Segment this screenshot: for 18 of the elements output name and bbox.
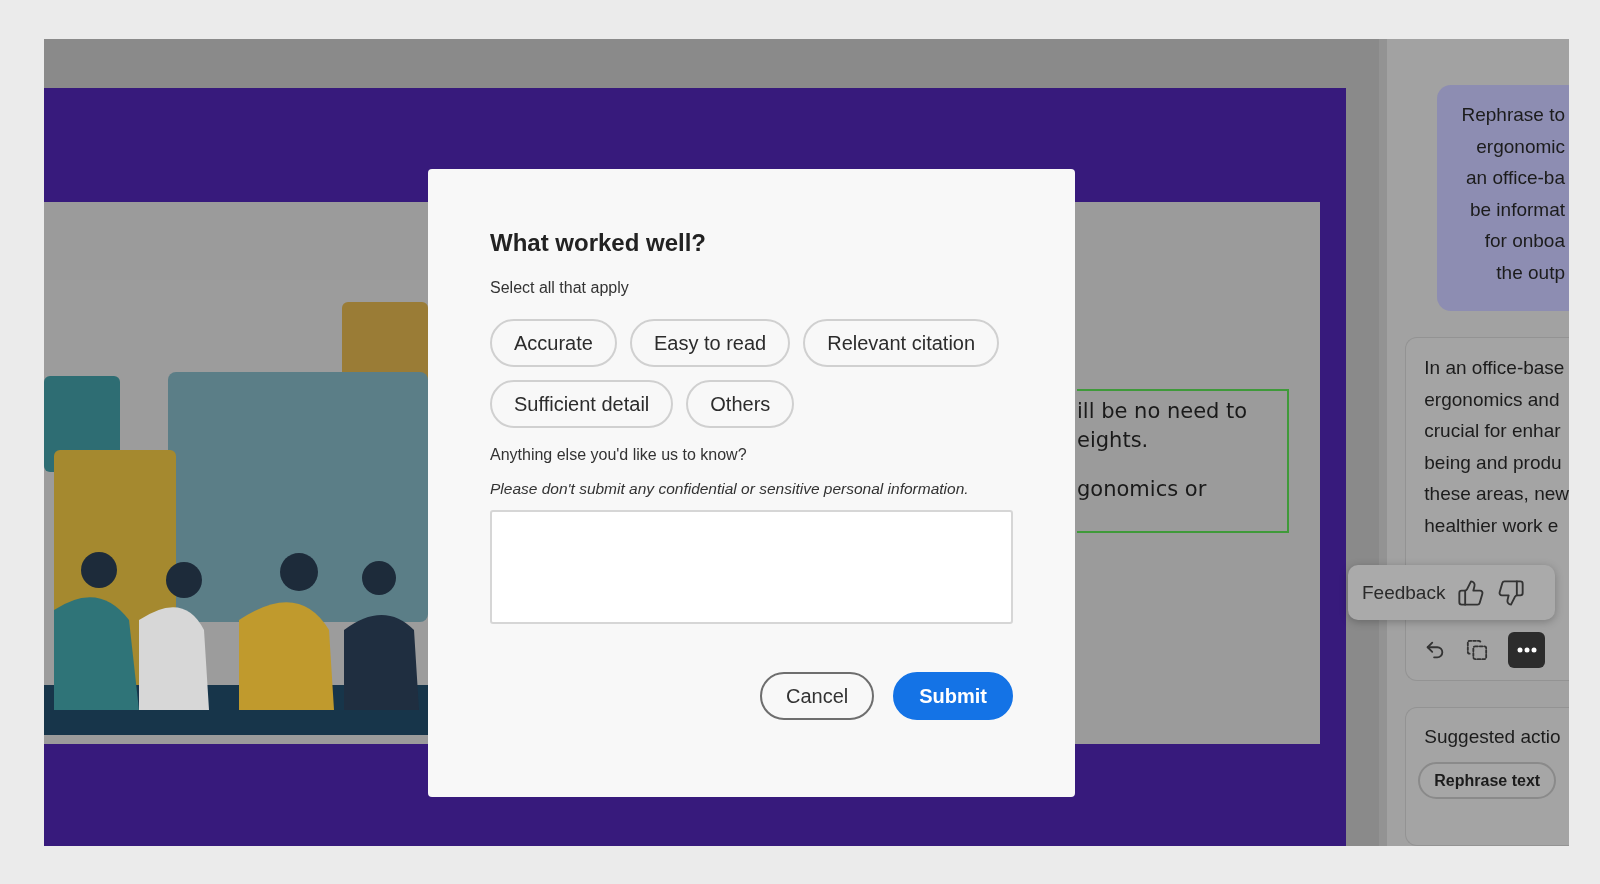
response-text: In an office-base ergonomics and crucial for enhar being and produ these areas, new healthier work e <box>1424 356 1569 538</box>
feedback-label: Feedback <box>1362 581 1446 604</box>
action-chip[interactable]: Rephrase text <box>1418 762 1557 800</box>
dialog-subtitle: Select all that apply <box>490 279 630 297</box>
suggested-title: Suggested actio <box>1424 726 1562 749</box>
comment-label: Anything else you'd like us to know? <box>490 446 748 464</box>
dialog-title: What worked well? <box>490 229 708 257</box>
slide-text: gonomics or <box>1077 476 1208 503</box>
option-chip[interactable]: Accurate <box>490 319 617 367</box>
submit-button[interactable]: Submit <box>893 672 1013 720</box>
option-chip[interactable]: Sufficient detail <box>490 380 674 428</box>
slide-text: ill be no need to eights. <box>1077 398 1249 454</box>
option-chip[interactable]: Relevant citation <box>803 319 1000 367</box>
privacy-notice: Please don't submit any confidential or sensitive personal information. <box>490 480 970 498</box>
option-chip[interactable]: Easy to read <box>629 319 791 367</box>
cancel-button[interactable]: Cancel <box>759 672 875 720</box>
option-chip[interactable]: Others <box>686 380 795 428</box>
prompt-bubble: Rephrase to ergonomic an office-ba be informat for onboa the outp <box>1437 85 1569 312</box>
